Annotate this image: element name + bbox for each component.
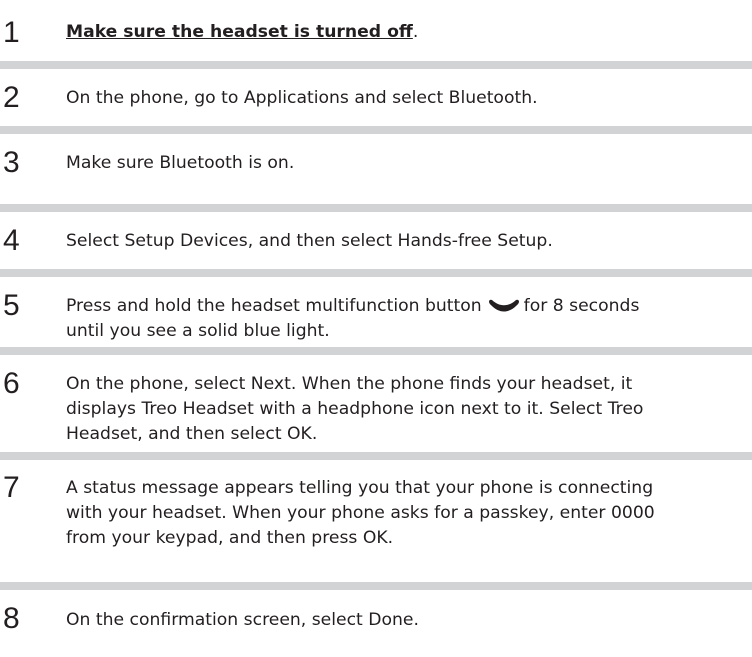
phone-handset-icon [488, 299, 519, 312]
step-text: On the phone, go to Applications and sel… [66, 88, 538, 108]
divider [0, 269, 752, 277]
step-text: Make sure the headset is turned off. [66, 20, 750, 45]
step-number: 2 [3, 81, 20, 114]
step-text: On the confirmation screen, select Done. [66, 610, 419, 630]
divider [0, 126, 752, 134]
divider [0, 61, 752, 69]
step-text-line2: until you see a solid blue light. [66, 321, 330, 341]
divider [0, 347, 752, 355]
step-text-line: Headset, and then select OK. [66, 424, 318, 444]
step-text: Select Setup Devices, and then select Ha… [66, 231, 553, 251]
step-text: On the phone, select Next. When the phon… [66, 372, 750, 447]
step-number: 4 [3, 224, 20, 257]
step-number: 7 [3, 471, 20, 504]
step-number: 3 [3, 146, 20, 179]
step-number: 6 [3, 367, 20, 400]
step-text-line1-start: Press and hold the headset multifunction… [66, 296, 482, 316]
step-text-line: displays Treo Headset with a headphone i… [66, 399, 644, 419]
step-text-period: . [412, 22, 419, 42]
divider [0, 204, 752, 212]
divider [0, 582, 752, 590]
step-text-line1-end: for 8 seconds [523, 296, 640, 316]
step-text: Make sure Bluetooth is on. [66, 153, 295, 173]
step-number: 5 [3, 289, 20, 322]
step-number: 8 [3, 602, 20, 635]
step-text-line: from your keypad, and then press OK. [66, 528, 394, 548]
step-text-line: A status message appears telling you tha… [66, 478, 654, 498]
step-text-line: On the phone, select Next. When the phon… [66, 374, 633, 394]
divider [0, 452, 752, 460]
step-number: 1 [3, 16, 20, 49]
step-text-line: with your headset. When your phone asks … [66, 503, 655, 523]
turn-off-headset-link[interactable]: Make sure the headset is turned off [66, 22, 413, 42]
step-text: Press and hold the headset multifunction… [66, 294, 750, 344]
step-text: A status message appears telling you tha… [66, 476, 750, 551]
